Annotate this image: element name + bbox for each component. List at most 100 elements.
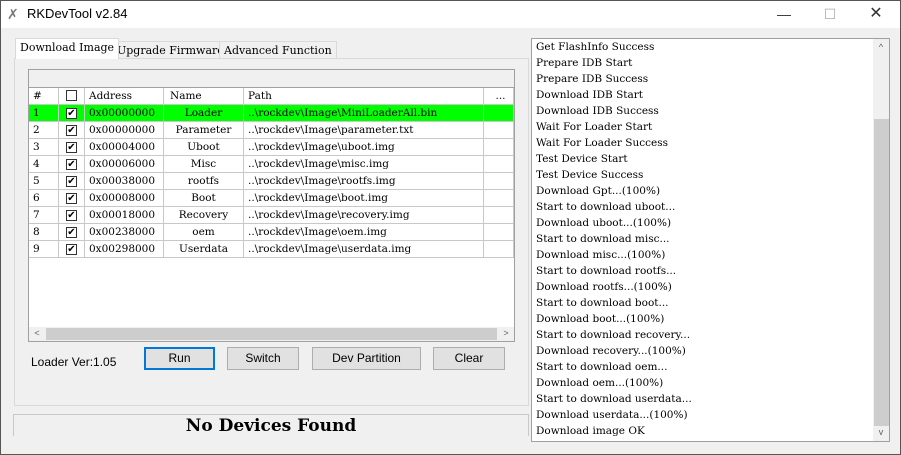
- row-checkbox-cell[interactable]: ✔: [59, 122, 85, 139]
- row-path[interactable]: ..\rockdev\Image\parameter.txt: [244, 122, 484, 139]
- row-address[interactable]: 0x00000000: [85, 105, 164, 122]
- row-address[interactable]: 0x00008000: [85, 190, 164, 207]
- maximize-button[interactable]: ☐: [807, 1, 853, 28]
- row-checkbox-cell[interactable]: ✔: [59, 224, 85, 241]
- row-name[interactable]: Parameter: [164, 122, 244, 139]
- switch-button[interactable]: Switch: [227, 347, 299, 370]
- row-number: 5: [29, 173, 59, 190]
- row-path[interactable]: ..\rockdev\Image\userdata.img: [244, 241, 484, 258]
- log-line: Download uboot...(100%): [536, 217, 672, 229]
- row-path[interactable]: ..\rockdev\Image\misc.img: [244, 156, 484, 173]
- row-path[interactable]: ..\rockdev\Image\recovery.img: [244, 207, 484, 224]
- row-path[interactable]: ..\rockdev\Image\oem.img: [244, 224, 484, 241]
- log-line: Download userdata...(100%): [536, 409, 688, 421]
- row-address[interactable]: 0x00000000: [85, 122, 164, 139]
- row-name[interactable]: rootfs: [164, 173, 244, 190]
- loader-version: Loader Ver:1.05: [31, 355, 117, 369]
- row-path[interactable]: ..\rockdev\Image\rootfs.img: [244, 173, 484, 190]
- log-output[interactable]: Get FlashInfo Success Prepare IDB Start Pr…: [531, 38, 890, 442]
- col-address: Address: [85, 88, 164, 105]
- row-address[interactable]: 0x00238000: [85, 224, 164, 241]
- row-path[interactable]: ..\rockdev\Image\MiniLoaderAll.bin: [244, 105, 484, 122]
- row-name[interactable]: Loader: [164, 105, 244, 122]
- row-browse[interactable]: [484, 190, 514, 207]
- table-row[interactable]: 7 ✔ 0x00018000 Recovery ..\rockdev\Image…: [29, 207, 514, 224]
- log-line: Download image OK: [536, 425, 645, 437]
- row-browse[interactable]: [484, 139, 514, 156]
- row-name[interactable]: oem: [164, 224, 244, 241]
- table-row[interactable]: 8 ✔ 0x00238000 oem ..\rockdev\Image\oem.…: [29, 224, 514, 241]
- scroll-down-icon[interactable]: v: [873, 427, 889, 437]
- tab-upgrade-firmware[interactable]: Upgrade Firmware: [112, 41, 229, 59]
- row-name[interactable]: Misc: [164, 156, 244, 173]
- vertical-scrollbar[interactable]: ^ v: [873, 39, 889, 441]
- row-browse[interactable]: [484, 105, 514, 122]
- row-checkbox[interactable]: ✔: [66, 159, 77, 170]
- scroll-thumb[interactable]: [874, 119, 889, 426]
- horizontal-scrollbar[interactable]: < >: [29, 327, 514, 341]
- row-address[interactable]: 0x00006000: [85, 156, 164, 173]
- row-path[interactable]: ..\rockdev\Image\boot.img: [244, 190, 484, 207]
- close-button[interactable]: ✕: [853, 1, 899, 28]
- row-checkbox[interactable]: ✔: [66, 210, 77, 221]
- row-checkbox-cell[interactable]: ✔: [59, 207, 85, 224]
- table-row[interactable]: 9 ✔ 0x00298000 Userdata ..\rockdev\Image…: [29, 241, 514, 258]
- scroll-thumb[interactable]: [46, 328, 497, 340]
- row-address[interactable]: 0x00038000: [85, 173, 164, 190]
- row-browse[interactable]: [484, 224, 514, 241]
- tab-download-image[interactable]: Download Image: [15, 38, 120, 59]
- row-checkbox-cell[interactable]: ✔: [59, 156, 85, 173]
- row-checkbox[interactable]: ✔: [66, 193, 77, 204]
- dev-partition-button[interactable]: Dev Partition: [312, 347, 421, 370]
- row-browse[interactable]: [484, 173, 514, 190]
- row-checkbox-cell[interactable]: ✔: [59, 241, 85, 258]
- scroll-left-icon[interactable]: <: [29, 328, 45, 338]
- log-line: Test Device Start: [536, 153, 628, 165]
- tab-advanced-function[interactable]: Advanced Function: [219, 41, 337, 59]
- table-row[interactable]: 6 ✔ 0x00008000 Boot ..\rockdev\Image\boo…: [29, 190, 514, 207]
- log-line: Download recovery...(100%): [536, 345, 686, 357]
- row-name[interactable]: Recovery: [164, 207, 244, 224]
- row-name[interactable]: Uboot: [164, 139, 244, 156]
- window-title: RKDevTool v2.84: [27, 6, 128, 21]
- scroll-right-icon[interactable]: >: [498, 328, 514, 338]
- row-browse[interactable]: [484, 122, 514, 139]
- row-checkbox-cell[interactable]: ✔: [59, 105, 85, 122]
- table-row[interactable]: 5 ✔ 0x00038000 rootfs ..\rockdev\Image\r…: [29, 173, 514, 190]
- table-header: # Address Name Path ...: [29, 88, 514, 105]
- row-checkbox-cell[interactable]: ✔: [59, 173, 85, 190]
- row-checkbox[interactable]: ✔: [66, 176, 77, 187]
- clear-button[interactable]: Clear: [433, 347, 505, 370]
- row-number: 7: [29, 207, 59, 224]
- row-address[interactable]: 0x00018000: [85, 207, 164, 224]
- row-checkbox-cell[interactable]: ✔: [59, 190, 85, 207]
- row-number: 3: [29, 139, 59, 156]
- title-bar: ✗ RKDevTool v2.84 — ☐ ✕: [1, 1, 900, 28]
- scroll-up-icon[interactable]: ^: [873, 42, 889, 52]
- row-browse[interactable]: [484, 241, 514, 258]
- row-address[interactable]: 0x00004000: [85, 139, 164, 156]
- row-address[interactable]: 0x00298000: [85, 241, 164, 258]
- row-name[interactable]: Userdata: [164, 241, 244, 258]
- table-row[interactable]: 4 ✔ 0x00006000 Misc ..\rockdev\Image\mis…: [29, 156, 514, 173]
- row-checkbox[interactable]: ✔: [66, 227, 77, 238]
- table-row[interactable]: 3 ✔ 0x00004000 Uboot ..\rockdev\Image\ub…: [29, 139, 514, 156]
- row-name[interactable]: Boot: [164, 190, 244, 207]
- select-all-checkbox[interactable]: [66, 90, 77, 101]
- log-line: Start to download boot...: [536, 297, 669, 309]
- row-checkbox-cell[interactable]: ✔: [59, 139, 85, 156]
- table-row[interactable]: 1 ✔ 0x00000000 Loader ..\rockdev\Image\M…: [29, 105, 514, 122]
- run-button[interactable]: Run: [144, 347, 215, 370]
- table-row[interactable]: 2 ✔ 0x00000000 Parameter ..\rockdev\Imag…: [29, 122, 514, 139]
- col-select-all[interactable]: [59, 88, 85, 105]
- row-checkbox[interactable]: ✔: [66, 125, 77, 136]
- minimize-button[interactable]: —: [761, 1, 807, 28]
- device-status: No Devices Found: [13, 414, 529, 436]
- row-checkbox[interactable]: ✔: [66, 108, 77, 119]
- log-line: Get FlashInfo Success: [536, 41, 655, 53]
- row-checkbox[interactable]: ✔: [66, 244, 77, 255]
- row-browse[interactable]: [484, 207, 514, 224]
- row-browse[interactable]: [484, 156, 514, 173]
- row-path[interactable]: ..\rockdev\Image\uboot.img: [244, 139, 484, 156]
- row-checkbox[interactable]: ✔: [66, 142, 77, 153]
